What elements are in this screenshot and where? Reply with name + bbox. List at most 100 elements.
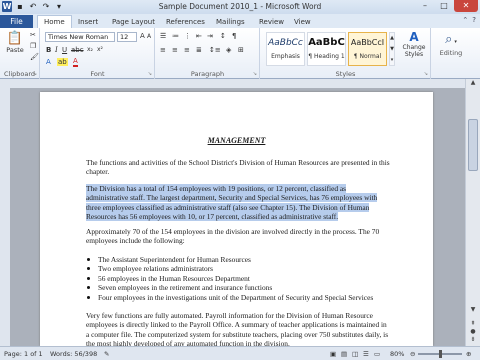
- draft-icon[interactable]: ▭: [374, 350, 380, 358]
- word-count[interactable]: Words: 56/398: [50, 350, 97, 358]
- editing-group: ⌕ ▾ Editing: [432, 28, 470, 79]
- sort-icon[interactable]: ↕: [220, 32, 226, 40]
- numbering-icon[interactable]: ≔: [172, 32, 179, 40]
- borders-icon[interactable]: ⊞: [238, 46, 244, 54]
- change-styles-button[interactable]: A Change Styles: [399, 30, 429, 58]
- title-bar: W ▪ ↶ ↷ ▾ Sample Document 2010_1 - Micro…: [0, 0, 480, 14]
- show-formatting-icon[interactable]: ¶: [232, 32, 236, 40]
- bullets-icon[interactable]: ☰: [160, 32, 166, 40]
- zoom-slider[interactable]: [418, 350, 462, 358]
- shrink-font-icon[interactable]: A: [147, 33, 151, 40]
- editing-label: Editing: [439, 49, 463, 57]
- font-launcher-icon[interactable]: ↘: [148, 71, 152, 77]
- print-layout-icon[interactable]: ▣: [330, 350, 336, 358]
- font-size-box[interactable]: 12: [117, 32, 137, 42]
- list-item: Four employees in the investigations uni…: [86, 293, 406, 302]
- underline-icon[interactable]: U: [62, 46, 67, 54]
- format-painter-icon[interactable]: 🖌: [30, 53, 39, 61]
- font-group: Times New Roman 12 A A B I U abc x₂ x² A…: [41, 28, 155, 79]
- tab-insert[interactable]: Insert: [78, 16, 98, 28]
- minimize-button[interactable]: –: [416, 0, 434, 12]
- text-effects-icon[interactable]: A: [46, 58, 51, 66]
- tab-references[interactable]: References: [166, 16, 205, 28]
- full-screen-reading-icon[interactable]: ▤: [341, 350, 347, 358]
- editing-button[interactable]: ⌕ ▾: [436, 32, 466, 47]
- vertical-scrollbar[interactable]: ▲ ▼ ⇞ ● ⇟: [465, 79, 480, 346]
- tab-file[interactable]: File: [0, 15, 33, 28]
- next-page-icon[interactable]: ⇟: [466, 336, 480, 346]
- scroll-down-icon[interactable]: ▼: [466, 306, 480, 316]
- paragraph-3: Approximately 70 of the 154 employees in…: [86, 227, 380, 246]
- multilevel-list-icon[interactable]: ⋮: [184, 32, 191, 40]
- scroll-up-icon[interactable]: ▲: [466, 79, 480, 89]
- document-page[interactable]: MANAGEMENT The functions and activities …: [40, 92, 433, 346]
- tab-home[interactable]: Home: [37, 15, 72, 28]
- style-emphasis[interactable]: AaBbCc Emphasis: [266, 32, 305, 66]
- change-styles-icon: A: [409, 30, 419, 44]
- style-emphasis-name: Emphasis: [271, 53, 300, 60]
- maximize-button[interactable]: □: [435, 0, 453, 12]
- italic-icon[interactable]: I: [55, 46, 58, 54]
- align-center-icon[interactable]: ≡: [172, 46, 178, 54]
- zoom-in-icon[interactable]: ⊕: [466, 350, 471, 358]
- grow-font-icon[interactable]: A: [140, 32, 145, 40]
- shading-icon[interactable]: ◈: [226, 46, 231, 54]
- paragraph-1: The functions and activities of the Scho…: [86, 158, 390, 177]
- minimize-ribbon-icon[interactable]: ⌃: [462, 16, 468, 24]
- bold-icon[interactable]: B: [46, 46, 51, 54]
- tab-review[interactable]: Review: [259, 16, 284, 28]
- list-item: Two employee relations administrators: [86, 264, 406, 273]
- zoom-level[interactable]: 80%: [390, 350, 404, 358]
- document-heading: MANAGEMENT: [207, 136, 266, 145]
- style-normal-name: ¶ Normal: [353, 53, 382, 60]
- paste-button[interactable]: 📋 Paste: [4, 31, 26, 54]
- clipboard-group: 📋 Paste ✂ ❐ 🖌 Clipboard ↘: [0, 28, 40, 79]
- decrease-indent-icon[interactable]: ⇤: [196, 32, 202, 40]
- paragraph-group: ☰ ≔ ⋮ ⇤ ⇥ ↕ ¶ ≡ ≡ ≡ ≣ ↕≡ ◈ ⊞ Paragraph ↘: [156, 28, 260, 79]
- strikethrough-icon[interactable]: abc: [71, 46, 84, 54]
- style-normal[interactable]: AaBbCcI ¶ Normal: [348, 32, 387, 66]
- find-icon: ⌕: [445, 32, 453, 47]
- window-title: Sample Document 2010_1 - Microsoft Word: [158, 2, 322, 11]
- selected-text: The Division has a total of 154 employee…: [86, 184, 378, 222]
- list-item: The Assistant Superintendent for Human R…: [86, 255, 406, 264]
- justify-icon[interactable]: ≣: [196, 46, 202, 54]
- tab-mailings[interactable]: Mailings: [216, 16, 245, 28]
- align-left-icon[interactable]: ≡: [160, 46, 166, 54]
- paste-icon: 📋: [6, 31, 24, 46]
- paste-label: Paste: [6, 46, 24, 54]
- web-layout-icon[interactable]: ◫: [352, 350, 358, 358]
- cut-icon[interactable]: ✂: [30, 31, 36, 39]
- horizontal-ruler[interactable]: [0, 79, 480, 88]
- scrollbar-thumb[interactable]: [468, 119, 478, 171]
- tab-view[interactable]: View: [294, 16, 311, 28]
- style-normal-sample: AaBbCcI: [350, 38, 385, 47]
- proofing-icon[interactable]: ✎: [104, 350, 109, 358]
- zoom-out-icon[interactable]: ⊖: [410, 350, 415, 358]
- font-color-icon[interactable]: A: [73, 58, 78, 67]
- increase-indent-icon[interactable]: ⇥: [207, 32, 213, 40]
- font-name-box[interactable]: Times New Roman: [45, 32, 115, 42]
- outline-icon[interactable]: ☰: [363, 350, 369, 358]
- highlight-icon[interactable]: ab: [57, 58, 68, 66]
- ribbon: 📋 Paste ✂ ❐ 🖌 Clipboard ↘ Times New Roma…: [0, 28, 480, 79]
- line-spacing-icon[interactable]: ↕≡: [209, 46, 221, 54]
- list-item: 56 employees in the Human Resources Depa…: [86, 274, 406, 283]
- align-right-icon[interactable]: ≡: [184, 46, 190, 54]
- style-heading-1[interactable]: AaBbC ¶ Heading 1: [307, 32, 346, 66]
- page-count[interactable]: Page: 1 of 1: [4, 350, 43, 358]
- clipboard-launcher-icon[interactable]: ↘: [33, 71, 37, 77]
- zoom-slider-knob[interactable]: [438, 350, 442, 358]
- close-button[interactable]: ✕: [454, 0, 478, 12]
- help-icon[interactable]: ?: [472, 16, 476, 24]
- ribbon-tabs: File Home Insert Page Layout References …: [0, 14, 480, 28]
- copy-icon[interactable]: ❐: [30, 42, 36, 50]
- font-label: Font: [90, 70, 105, 78]
- styles-scroll[interactable]: ▲ ▼ ▾: [389, 32, 395, 66]
- superscript-icon[interactable]: x²: [97, 46, 103, 53]
- vertical-ruler[interactable]: [0, 88, 10, 346]
- paragraph-launcher-icon[interactable]: ↘: [253, 71, 257, 77]
- styles-launcher-icon[interactable]: ↘: [424, 71, 428, 77]
- tab-page-layout[interactable]: Page Layout: [112, 16, 155, 28]
- subscript-icon[interactable]: x₂: [87, 46, 93, 53]
